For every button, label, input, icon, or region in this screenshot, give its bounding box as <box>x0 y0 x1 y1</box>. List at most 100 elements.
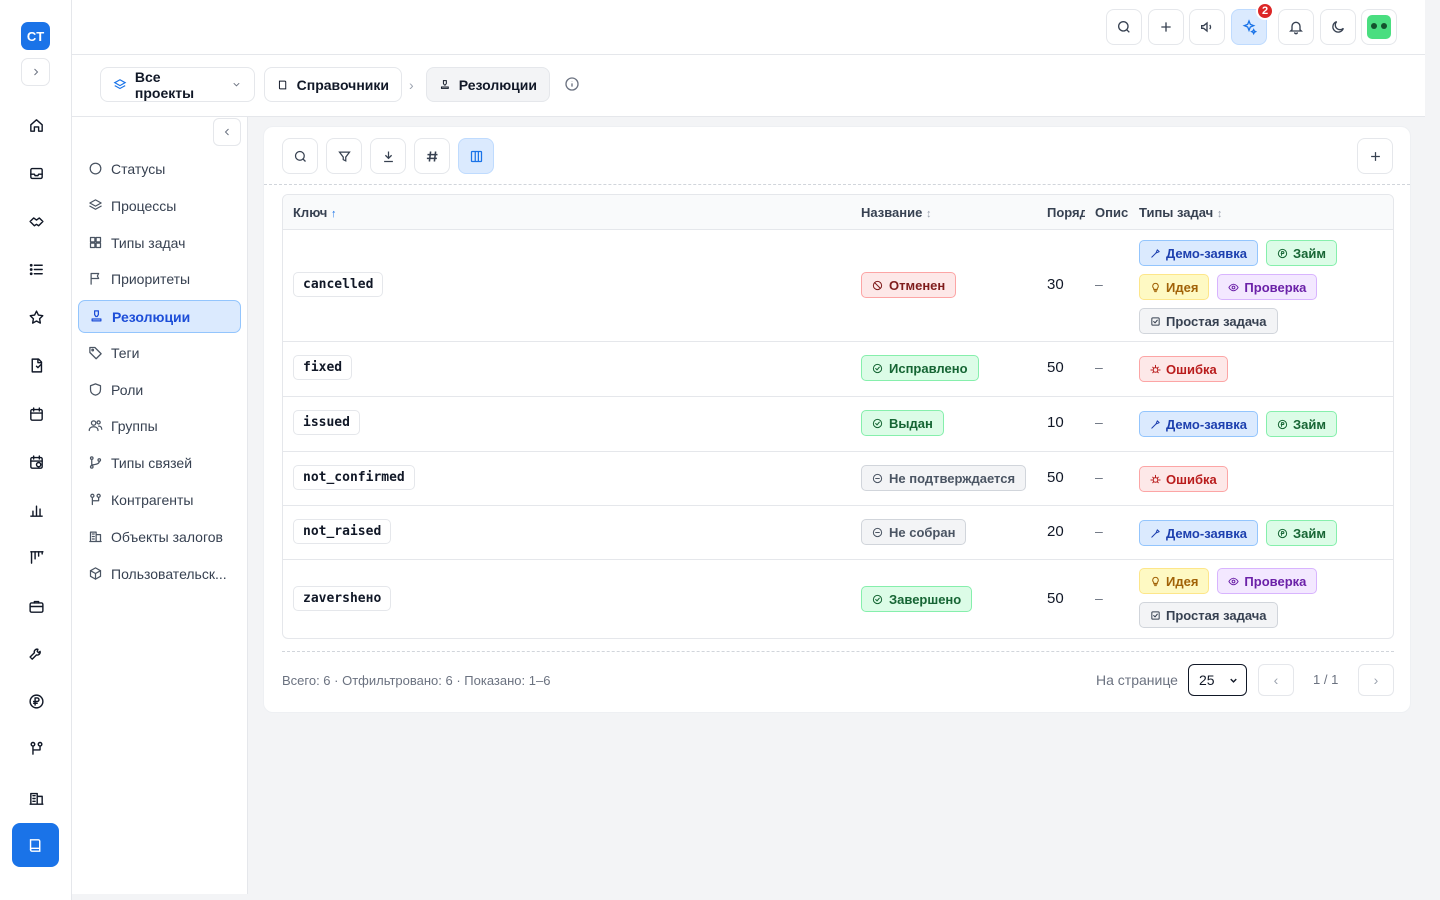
expand-rail-button[interactable] <box>21 58 50 86</box>
sidebar-item-cube[interactable]: Пользовательск... <box>78 557 241 590</box>
rail-item-ruble[interactable] <box>22 687 50 715</box>
task-type-tag[interactable]: Идея <box>1139 568 1210 594</box>
task-type-tag[interactable]: Ошибка <box>1139 466 1228 492</box>
table-row[interactable]: not_raised Не собран 20 – Демо-заявка Займ <box>283 506 1393 560</box>
sparkles-icon <box>1242 19 1257 35</box>
projects-dropdown[interactable]: Все проекты <box>100 67 255 102</box>
building-icon <box>89 531 102 543</box>
task-type-label: Займ <box>1293 245 1327 261</box>
sidebar-item-building[interactable]: Объекты залогов <box>78 520 241 553</box>
sidebar-item-stamp[interactable]: Резолюции <box>78 300 241 333</box>
sidebar-item-branch[interactable]: Типы связей <box>78 446 241 479</box>
sidebar-item-contractors[interactable]: Контрагенты <box>78 483 241 516</box>
task-type-tag[interactable]: Демо-заявка <box>1139 240 1259 266</box>
ai-assistant-button[interactable]: 2 <box>1231 2 1274 45</box>
task-type-tag[interactable]: Займ <box>1266 240 1338 266</box>
rail-item-briefcase[interactable] <box>22 592 50 620</box>
add-resolution-button[interactable] <box>1357 138 1393 174</box>
column-key-header[interactable]: Ключ ↑ <box>293 205 336 220</box>
column-desc-header[interactable]: Опис <box>1095 205 1131 220</box>
sidebar-item-label: Приоритеты <box>111 270 191 287</box>
plus-icon <box>1370 151 1380 161</box>
table-row[interactable]: fixed Исправлено 50 – Ошибка <box>283 342 1393 397</box>
task-type-label: Простая задача <box>1166 313 1267 329</box>
sidebar-item-tag[interactable]: Теги <box>78 336 241 369</box>
announcements-button[interactable] <box>1189 9 1225 45</box>
layers-icon <box>89 199 102 210</box>
task-type-tag[interactable]: Займ <box>1266 520 1338 546</box>
columns-button[interactable] <box>458 138 494 174</box>
task-type-tag[interactable]: Займ <box>1266 411 1338 437</box>
notifications-button[interactable] <box>1278 9 1314 45</box>
rail-item-tool[interactable] <box>22 639 50 667</box>
collapse-sidebar-button[interactable] <box>213 118 241 146</box>
sidebar-item-flag[interactable]: Приоритеты <box>78 262 241 295</box>
search-button[interactable] <box>282 138 318 174</box>
chevron-down-icon <box>1230 678 1237 683</box>
table-row[interactable]: issued Выдан 10 – Демо-заявка Займ <box>283 397 1393 452</box>
user-avatar-button[interactable] <box>1361 9 1397 45</box>
sidebar-item-shield[interactable]: Роли <box>78 373 241 406</box>
users-icon <box>88 420 103 432</box>
task-type-tag[interactable]: Простая задача <box>1139 308 1278 334</box>
rail-item-calendar[interactable] <box>22 400 50 428</box>
breadcrumb-references[interactable]: Справочники <box>264 67 402 102</box>
sidebar-item-circle[interactable]: Статусы <box>78 152 241 185</box>
rail-item-contractors[interactable] <box>22 734 50 762</box>
search-button[interactable] <box>1106 9 1142 45</box>
order-value: 50 <box>1047 469 1064 486</box>
rail-item-star[interactable] <box>22 303 50 331</box>
sidebar-item-grid[interactable]: Типы задач <box>78 226 241 259</box>
status-label: Отменен <box>889 277 946 293</box>
resolution-key: issued <box>293 410 360 435</box>
download-button[interactable] <box>370 138 406 174</box>
sidebar-item-users[interactable]: Группы <box>78 409 241 442</box>
column-name-header[interactable]: Название ↕ <box>861 205 932 220</box>
column-order-header[interactable]: Поряд <box>1047 205 1085 220</box>
rail-item-kanban[interactable] <box>22 543 50 571</box>
chevron-right-icon <box>33 68 38 76</box>
description-value: – <box>1095 523 1103 539</box>
table-row[interactable]: zavershено Завершено 50 – Идея Проверка Проста… <box>283 560 1393 638</box>
rail-item-bar-chart[interactable] <box>22 496 50 524</box>
rail-item-references[interactable] <box>12 823 59 867</box>
per-page-value: 25 <box>1199 672 1215 688</box>
order-value: 10 <box>1047 414 1064 431</box>
task-type-tag[interactable]: Проверка <box>1217 274 1318 300</box>
column-types-header[interactable]: Типы задач ↕ <box>1139 205 1222 220</box>
rail-item-handshake[interactable] <box>22 207 50 235</box>
app-logo[interactable]: CT <box>21 22 50 50</box>
status-icon <box>872 363 883 373</box>
task-type-tag[interactable]: Демо-заявка <box>1139 520 1259 546</box>
table-row[interactable]: not_confirmed Не подтверждается 50 – Ошибка <box>283 452 1393 506</box>
task-types-list: Ошибка <box>1139 466 1379 492</box>
theme-toggle-button[interactable] <box>1320 9 1356 45</box>
bar-chart-icon <box>29 505 43 517</box>
rail-item-home[interactable] <box>22 111 50 139</box>
rail-item-building[interactable] <box>22 784 50 812</box>
rail-item-list[interactable] <box>22 255 50 283</box>
filter-button[interactable] <box>326 138 362 174</box>
per-page-select[interactable]: 25 <box>1188 664 1247 696</box>
hash-icon <box>426 150 437 162</box>
rail-item-document[interactable] <box>22 351 50 379</box>
task-type-tag[interactable]: Проверка <box>1217 568 1318 594</box>
sidebar-item-layers[interactable]: Процессы <box>78 189 241 222</box>
task-type-tag[interactable]: Идея <box>1139 274 1210 300</box>
add-button[interactable] <box>1148 9 1184 45</box>
calendar-icon <box>29 406 43 421</box>
next-page-button[interactable]: › <box>1358 664 1394 696</box>
breadcrumb-current[interactable]: Резолюции <box>426 67 550 102</box>
order-value: 50 <box>1047 359 1064 376</box>
prev-page-button[interactable]: ‹ <box>1258 664 1294 696</box>
info-icon[interactable] <box>564 76 580 92</box>
task-type-tag[interactable]: Ошибка <box>1139 356 1228 382</box>
task-type-tag[interactable]: Демо-заявка <box>1139 411 1259 437</box>
grid-toggle-button[interactable] <box>414 138 450 174</box>
task-type-tag[interactable]: Простая задача <box>1139 602 1278 628</box>
table-row[interactable]: cancelled Отменен 30 – Демо-заявка Займ Идея Пр… <box>283 230 1393 342</box>
rail-item-inbox[interactable] <box>22 159 50 187</box>
current-page-label: Резолюции <box>458 76 537 93</box>
resolution-key: not_raised <box>293 519 392 544</box>
rail-item-calendar-check[interactable] <box>22 448 50 476</box>
